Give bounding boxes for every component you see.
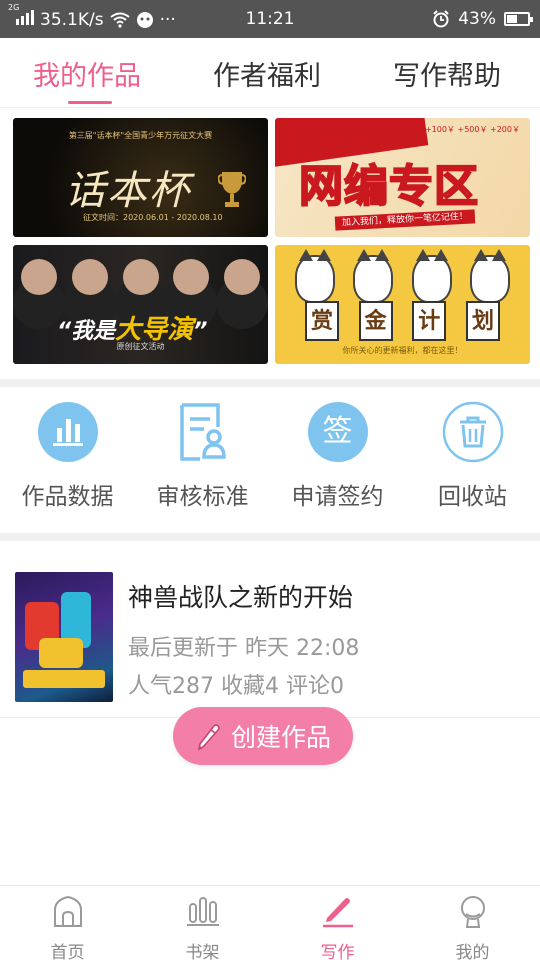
create-work-button[interactable]: 创建作品 bbox=[173, 707, 353, 765]
cat-illustration bbox=[469, 249, 510, 303]
apply-contract-button[interactable]: 签 申请签约 bbox=[270, 395, 405, 515]
works-data-button[interactable]: 作品数据 bbox=[0, 395, 135, 515]
person-photo bbox=[224, 259, 260, 295]
top-tabs: 我的作品 作者福利 写作帮助 bbox=[0, 38, 540, 108]
nav-bookshelf[interactable]: 书架 bbox=[135, 886, 270, 960]
banner-reward-plan[interactable]: 赏 金 计 划 你所关心的更新福利，都在这里！ bbox=[275, 245, 530, 364]
recycle-bin-button[interactable]: 回收站 bbox=[405, 395, 540, 515]
battery-percent: 43% bbox=[458, 9, 496, 29]
work-list-item[interactable]: 神兽战队之新的开始 最后更新于 昨天 22:08 人气287 收藏4 评论0 bbox=[0, 560, 540, 718]
tab-author-benefits[interactable]: 作者福利 bbox=[213, 54, 321, 93]
person-photo bbox=[21, 259, 57, 295]
sign-icon: 签 bbox=[307, 401, 369, 463]
section-divider bbox=[0, 379, 540, 387]
alarm-icon bbox=[433, 10, 449, 28]
profile-icon bbox=[460, 896, 485, 928]
cat-illustration bbox=[295, 249, 335, 303]
trophy-icon bbox=[218, 172, 246, 207]
status-bar: 2G 35.1K/s ··· 11:21 43% bbox=[0, 0, 540, 38]
bar-chart-icon bbox=[37, 401, 99, 463]
nav-profile[interactable]: 我的 bbox=[405, 886, 540, 960]
pen-icon bbox=[322, 898, 353, 928]
banner-huaben-cup[interactable]: 第三届"话本杯"全国青少年万元征文大赛 话本杯 征文时间：2020.06.01 … bbox=[13, 118, 268, 237]
tab-active-indicator bbox=[68, 101, 112, 104]
work-cover-image bbox=[15, 572, 113, 702]
cat-illustration bbox=[411, 249, 452, 303]
banner-huaben-title: 话本杯 bbox=[65, 168, 191, 214]
work-updated-time: 最后更新于 昨天 22:08 bbox=[128, 636, 360, 661]
banner-director[interactable]: “我是大导演” 原创征文活动 bbox=[13, 245, 268, 364]
banner-web-serial-zone[interactable]: +100￥ +500￥ +200￥ 网编专区 加入我们，释放你一笔亿记住！ bbox=[275, 118, 530, 237]
work-title: 神兽战队之新的开始 bbox=[128, 583, 354, 612]
bottom-navigation: 首页 书架 写作 我的 bbox=[0, 885, 540, 960]
nav-home[interactable]: 首页 bbox=[0, 886, 135, 960]
home-icon bbox=[53, 895, 82, 927]
bookshelf-icon bbox=[186, 897, 219, 926]
work-stats: 人气287 收藏4 评论0 bbox=[128, 674, 344, 699]
pencil-icon bbox=[197, 724, 220, 751]
review-standards-button[interactable]: 审核标准 bbox=[135, 395, 270, 515]
trash-icon bbox=[442, 401, 504, 463]
battery-icon bbox=[504, 12, 533, 26]
banner-web-serial-title: 网编专区 bbox=[298, 160, 479, 213]
person-photo bbox=[122, 259, 159, 295]
section-divider bbox=[0, 533, 540, 541]
person-photo bbox=[71, 259, 108, 295]
review-doc-icon bbox=[172, 401, 234, 463]
person-photo bbox=[173, 259, 210, 295]
tab-my-works[interactable]: 我的作品 bbox=[33, 54, 141, 93]
tab-writing-help[interactable]: 写作帮助 bbox=[393, 54, 501, 93]
cat-illustration bbox=[353, 249, 394, 303]
nav-write[interactable]: 写作 bbox=[270, 886, 405, 960]
